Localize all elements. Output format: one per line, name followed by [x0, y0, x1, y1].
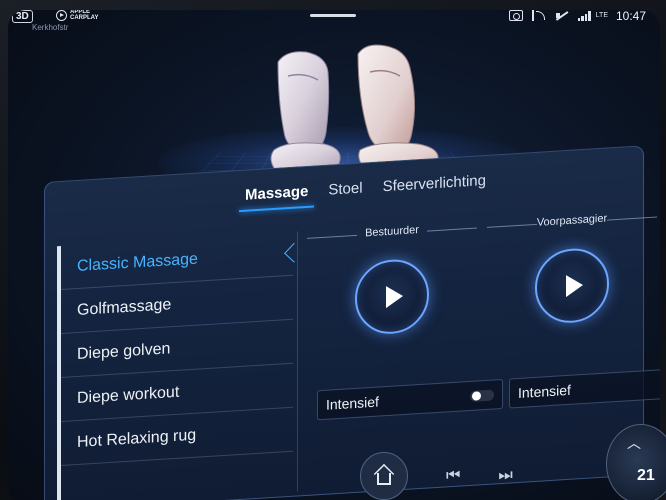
massage-panel: Massage Stoel Sfeerverlichting Classic M… — [44, 145, 660, 500]
passenger-header: Voorpassagier — [487, 210, 657, 232]
skip-previous-icon[interactable]: ⏮ — [446, 467, 460, 485]
climate-temperature: 21 — [637, 467, 655, 484]
status-icons: LTE — [508, 10, 608, 21]
passenger-column: Voorpassagier — [487, 210, 657, 328]
carplay-label: APPLE CARPLAY — [70, 10, 99, 21]
massage-program-list: Classic Massage Golfmassage Diepe golven… — [57, 231, 304, 500]
mute-icon — [555, 10, 569, 21]
program-label: Diepe golven — [77, 339, 171, 363]
passenger-intensity-label: Intensief — [518, 381, 571, 402]
tab-stoel[interactable]: Stoel — [328, 180, 362, 199]
antenna-icon — [531, 10, 546, 21]
home-indicator[interactable] — [310, 14, 356, 17]
camera-icon — [508, 10, 523, 21]
driver-column: Bestuurder — [307, 221, 477, 339]
carplay-button[interactable]: APPLE CARPLAY — [56, 10, 104, 21]
driver-play-button[interactable] — [355, 257, 429, 336]
bottom-controls: ⏮ ⏭ — [360, 452, 610, 500]
network-label: LTE — [595, 12, 608, 19]
driver-intensity-toggle[interactable]: Intensief — [317, 378, 503, 421]
skip-next-icon[interactable]: ⏭ — [498, 467, 512, 485]
3d-view-badge[interactable]: 3D — [12, 10, 33, 23]
climate-dial[interactable]: ︿ 21 — [606, 424, 666, 500]
program-label: Classic Massage — [77, 250, 198, 275]
program-label: Hot Relaxing rug — [77, 426, 197, 451]
play-icon — [386, 285, 403, 309]
tab-massage[interactable]: Massage — [245, 183, 308, 204]
driver-intensity-switch[interactable] — [470, 388, 494, 402]
carplay-icon — [56, 10, 67, 21]
home-icon — [377, 472, 391, 485]
passenger-intensity-toggle[interactable]: Intensief — [509, 367, 660, 409]
passenger-seat — [357, 44, 439, 177]
street-name: Kerkhofstr — [32, 23, 69, 32]
chevron-up-icon: ︿ — [627, 435, 641, 451]
selection-pointer — [284, 242, 304, 263]
driver-seat — [270, 51, 341, 177]
driver-intensity-label: Intensief — [326, 393, 379, 413]
column-divider — [297, 231, 298, 492]
signal-icon — [577, 10, 592, 21]
program-label: Golfmassage — [77, 295, 172, 319]
tab-sfeerverlichting[interactable]: Sfeerverlichting — [383, 172, 486, 195]
play-icon — [566, 274, 583, 298]
home-button[interactable] — [360, 452, 408, 500]
clock: 10:47 — [615, 10, 646, 23]
passenger-play-button[interactable] — [535, 246, 609, 325]
infotainment-screen: 3D APPLE CARPLAY Kerkhofstr LTE 10:47 Ma… — [8, 10, 660, 500]
tab-bar: Massage Stoel Sfeerverlichting — [245, 172, 486, 204]
program-label: Diepe workout — [77, 383, 180, 407]
driver-header: Bestuurder — [307, 221, 477, 243]
